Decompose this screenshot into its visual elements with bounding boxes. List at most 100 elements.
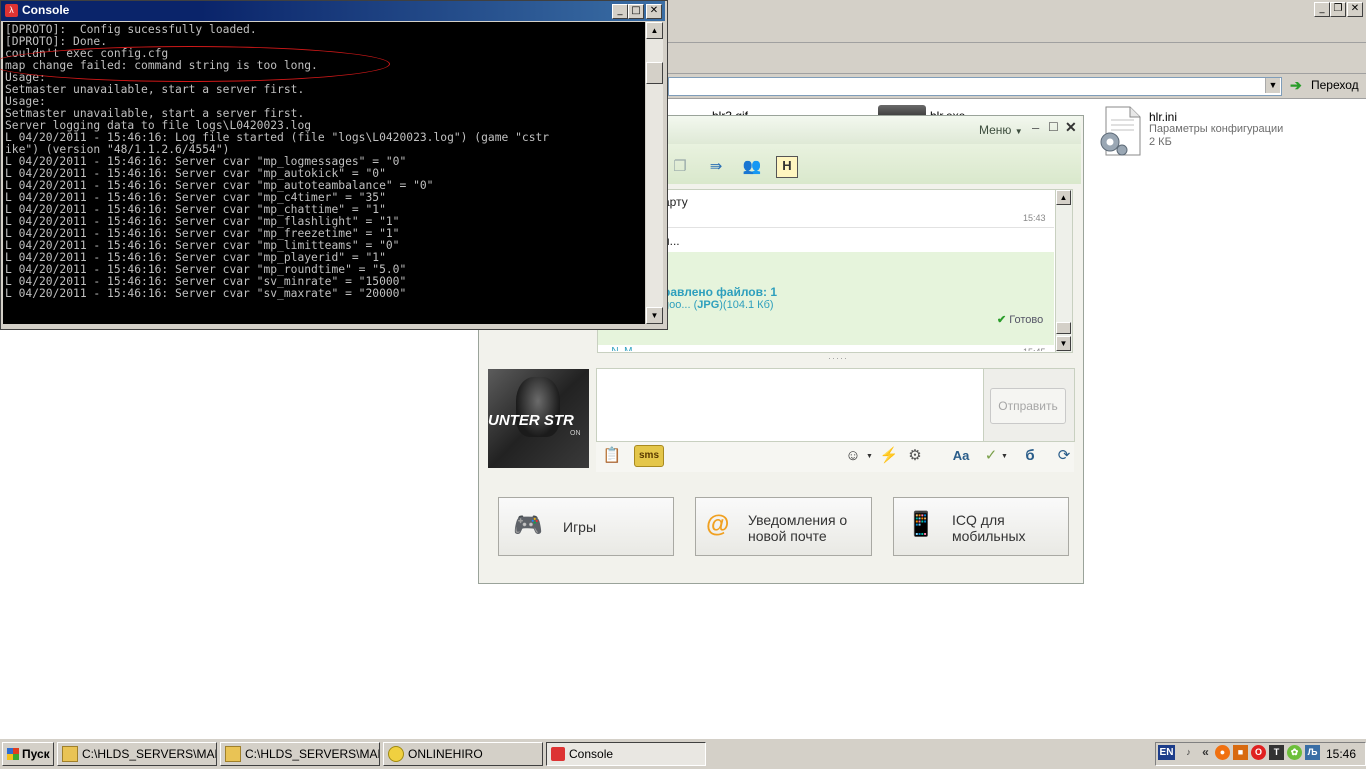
folder-icon <box>225 745 241 762</box>
console-titlebar[interactable]: _ □ ✕ <box>1 1 665 21</box>
file-name[interactable]: hlr.ini <box>1149 110 1177 124</box>
halflife-icon <box>551 746 565 761</box>
tile-label: мобильных <box>952 528 1026 544</box>
scroll-down-icon[interactable]: ▼ <box>646 307 663 324</box>
scroll-thumb[interactable] <box>1056 322 1071 334</box>
history-icon[interactable]: H <box>776 156 798 178</box>
close-button[interactable]: ✕ <box>1347 2 1363 17</box>
avatar-caption: UNTER STR <box>488 412 574 429</box>
translit-icon[interactable]: б <box>1019 445 1041 467</box>
font-icon[interactable]: Aa <box>950 445 972 467</box>
folder-icon <box>62 745 78 762</box>
history-scrollbar[interactable]: ▲ ▼ <box>1055 189 1073 353</box>
contacts-icon[interactable]: 👥 <box>741 156 763 178</box>
console-line: _ <box>5 311 12 323</box>
app-tray-icon[interactable]: ● <box>1215 745 1230 760</box>
halflife-icon: λ <box>5 4 18 17</box>
tray-t-icon[interactable]: T <box>1269 745 1284 760</box>
task-label: ONLINEHIRO <box>408 747 483 761</box>
task-label: C:\HLDS_SERVERS\MAN... <box>245 747 379 761</box>
done-label: Готово <box>1009 314 1044 326</box>
taskbar-item-console[interactable]: Console <box>546 742 706 766</box>
tray-expand-icon[interactable]: « <box>1198 745 1213 760</box>
splitter-grip[interactable]: ····· <box>828 353 848 363</box>
file-attach-icon[interactable]: 📋 <box>601 445 623 467</box>
icq-close-icon[interactable]: ✕ <box>1065 119 1077 136</box>
volume-icon[interactable]: ♪ <box>1181 745 1196 760</box>
tile-label: ICQ для <box>952 512 1005 528</box>
scroll-down-icon[interactable]: ▼ <box>1056 336 1071 351</box>
icq-menu-button[interactable]: Меню ▼ <box>979 123 1023 137</box>
at-sign-icon: @ <box>706 511 730 538</box>
start-label: Пуск <box>22 747 50 761</box>
file-type: Параметры конфигурации <box>1149 123 1284 135</box>
mail-notify-tile[interactable]: @ Уведомления о новой почте <box>695 497 872 556</box>
input-toolbar: 📋 sms ☺ ▼ ⚡ ⚙ Aa ✓ ▼ б ⟳ <box>596 442 1074 472</box>
console-line: Setmaster unavailable, start a server fi… <box>5 83 305 96</box>
network-icon[interactable]: Љ <box>1305 745 1320 760</box>
spellcheck-icon[interactable]: ✓ <box>980 445 1002 467</box>
sms-icon[interactable]: sms <box>634 445 664 467</box>
address-dropdown-icon[interactable]: ▼ <box>1265 78 1280 93</box>
chevron-down-icon[interactable]: ▼ <box>1001 453 1008 460</box>
tile-label: Игры <box>563 519 597 535</box>
icq-flower-icon <box>388 745 404 762</box>
config-file-icon[interactable] <box>1098 106 1142 156</box>
go-label: Переход <box>1311 78 1359 92</box>
maximize-button[interactable]: □ <box>628 4 644 19</box>
taskbar-item-explorer-1[interactable]: C:\HLDS_SERVERS\MAN... <box>57 742 217 766</box>
icq-maximize-icon[interactable]: ☐ <box>1048 120 1059 134</box>
mobile-phone-icon: 📱 <box>906 511 936 538</box>
task-label: C:\HLDS_SERVERS\MAN... <box>82 747 216 761</box>
annotation-ellipse <box>0 46 390 82</box>
icq-minimize-icon[interactable]: – <box>1032 120 1039 135</box>
start-button[interactable]: Пуск <box>2 742 54 766</box>
games-tile[interactable]: 🎮 Игры <box>498 497 674 556</box>
icq-mobile-tile[interactable]: 📱 ICQ для мобильных <box>893 497 1069 556</box>
console-line: L 04/20/2011 - 15:46:16: Server cvar "sv… <box>5 287 407 300</box>
next-time: 15:45 <box>1023 346 1046 351</box>
tile-label: новой почте <box>748 528 827 544</box>
app-tray-icon[interactable]: ■ <box>1233 745 1248 760</box>
file-name-text: goo... ( <box>663 299 698 311</box>
opera-icon[interactable]: O <box>1251 745 1266 760</box>
lightning-icon[interactable]: ⚡ <box>878 445 900 467</box>
tile-label: Уведомления о <box>748 512 848 528</box>
send-file-icon[interactable]: ⇛ <box>705 156 727 178</box>
windows-logo-icon <box>7 747 19 760</box>
check-icon: ✔ <box>997 314 1007 326</box>
settings-icon[interactable]: ⟳ <box>1053 445 1075 467</box>
scroll-thumb[interactable] <box>646 62 663 84</box>
console-title: Console <box>22 3 70 17</box>
chevron-down-icon[interactable]: ▼ <box>866 453 873 460</box>
task-label: Console <box>569 747 614 761</box>
send-button[interactable]: Отправить <box>990 388 1066 424</box>
address-input[interactable] <box>668 77 1282 96</box>
done-status: ✔ Готово <box>997 313 1043 326</box>
icq-menu-label: Меню <box>979 123 1012 137</box>
go-button[interactable]: Переход <box>1288 76 1360 95</box>
close-button[interactable]: ✕ <box>646 4 662 19</box>
gamepad-icon: 🎮 <box>513 512 543 539</box>
file-ext-text: JPG <box>697 299 720 311</box>
smiley-icon[interactable]: ☺ <box>842 445 864 467</box>
next-sender: ...N..M... <box>603 346 641 351</box>
icq-tray-icon[interactable]: ✿ <box>1287 745 1302 760</box>
files-sent-text: равлено файлов: 1 <box>663 285 777 299</box>
restore-button[interactable]: ❐ <box>1330 2 1346 17</box>
chevron-down-icon: ▼ <box>1014 127 1023 136</box>
scroll-up-icon[interactable]: ▲ <box>646 22 663 39</box>
taskbar-item-explorer-2[interactable]: C:\HLDS_SERVERS\MAN... <box>220 742 380 766</box>
language-indicator[interactable]: EN <box>1158 745 1175 760</box>
minimize-button[interactable]: _ <box>612 4 628 19</box>
file-size: 2 КБ <box>1149 136 1172 148</box>
alert-icon[interactable]: ⚙ <box>904 445 926 467</box>
clock: 15:46 <box>1326 747 1357 761</box>
message-input[interactable] <box>596 368 984 442</box>
minimize-button[interactable]: _ <box>1314 2 1330 17</box>
file-link[interactable]: goo... (JPG)(104.1 Кб) <box>663 299 774 311</box>
taskbar-item-icq[interactable]: ONLINEHIRO <box>383 742 543 766</box>
scroll-up-icon[interactable]: ▲ <box>1056 190 1071 205</box>
copy-icon[interactable]: ❐ <box>669 156 691 178</box>
message-time: 15:43 <box>1023 213 1046 223</box>
